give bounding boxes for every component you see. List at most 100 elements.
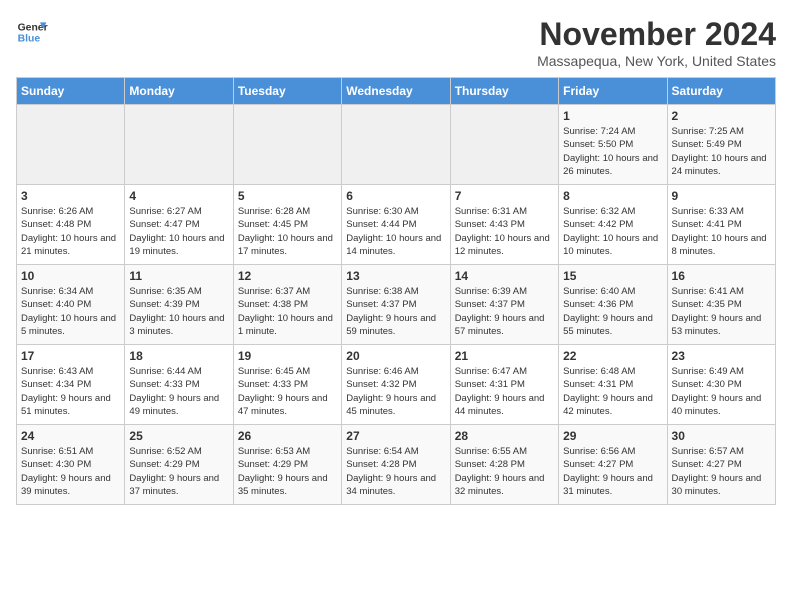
day-details: Sunrise: 7:24 AM Sunset: 5:50 PM Dayligh… — [563, 125, 662, 178]
day-details: Sunrise: 6:43 AM Sunset: 4:34 PM Dayligh… — [21, 365, 120, 418]
day-details: Sunrise: 6:34 AM Sunset: 4:40 PM Dayligh… — [21, 285, 120, 338]
header-day-thursday: Thursday — [450, 78, 558, 105]
calendar-cell: 25 Sunrise: 6:52 AM Sunset: 4:29 PM Dayli… — [125, 425, 233, 505]
day-details: Sunrise: 6:26 AM Sunset: 4:48 PM Dayligh… — [21, 205, 120, 258]
header: General Blue November 2024 Massapequa, N… — [16, 16, 776, 69]
calendar-week-5: 24 Sunrise: 6:51 AM Sunset: 4:30 PM Dayli… — [17, 425, 776, 505]
day-number: 7 — [455, 189, 554, 203]
day-number: 4 — [129, 189, 228, 203]
day-number: 18 — [129, 349, 228, 363]
day-details: Sunrise: 6:52 AM Sunset: 4:29 PM Dayligh… — [129, 445, 228, 498]
day-number: 17 — [21, 349, 120, 363]
day-number: 8 — [563, 189, 662, 203]
day-details: Sunrise: 6:35 AM Sunset: 4:39 PM Dayligh… — [129, 285, 228, 338]
calendar-week-1: 1 Sunrise: 7:24 AM Sunset: 5:50 PM Daylig… — [17, 105, 776, 185]
calendar-cell: 30 Sunrise: 6:57 AM Sunset: 4:27 PM Dayli… — [667, 425, 775, 505]
calendar-cell: 13 Sunrise: 6:38 AM Sunset: 4:37 PM Dayli… — [342, 265, 450, 345]
header-day-tuesday: Tuesday — [233, 78, 341, 105]
logo-icon: General Blue — [16, 16, 48, 48]
day-details: Sunrise: 6:31 AM Sunset: 4:43 PM Dayligh… — [455, 205, 554, 258]
calendar-cell: 16 Sunrise: 6:41 AM Sunset: 4:35 PM Dayli… — [667, 265, 775, 345]
header-day-monday: Monday — [125, 78, 233, 105]
day-number: 20 — [346, 349, 445, 363]
logo: General Blue — [16, 16, 48, 48]
day-number: 3 — [21, 189, 120, 203]
calendar-cell: 15Sunrise: 6:40 AM Sunset: 4:36 PM Dayli… — [559, 265, 667, 345]
month-title: November 2024 — [537, 16, 776, 53]
calendar-week-4: 17 Sunrise: 6:43 AM Sunset: 4:34 PM Dayli… — [17, 345, 776, 425]
day-details: Sunrise: 6:38 AM Sunset: 4:37 PM Dayligh… — [346, 285, 445, 338]
svg-text:Blue: Blue — [18, 34, 41, 45]
calendar-cell: 11 Sunrise: 6:35 AM Sunset: 4:39 PM Dayli… — [125, 265, 233, 345]
calendar-cell: 7 Sunrise: 6:31 AM Sunset: 4:43 PM Daylig… — [450, 185, 558, 265]
day-number: 19 — [238, 349, 337, 363]
day-number: 6 — [346, 189, 445, 203]
calendar-cell — [342, 105, 450, 185]
calendar-cell: 5 Sunrise: 6:28 AM Sunset: 4:45 PM Daylig… — [233, 185, 341, 265]
calendar-cell: 8Sunrise: 6:32 AM Sunset: 4:42 PM Daylig… — [559, 185, 667, 265]
day-details: Sunrise: 6:39 AM Sunset: 4:37 PM Dayligh… — [455, 285, 554, 338]
day-number: 9 — [672, 189, 771, 203]
calendar-cell: 3 Sunrise: 6:26 AM Sunset: 4:48 PM Daylig… — [17, 185, 125, 265]
calendar-cell: 19 Sunrise: 6:45 AM Sunset: 4:33 PM Dayli… — [233, 345, 341, 425]
day-details: Sunrise: 6:57 AM Sunset: 4:27 PM Dayligh… — [672, 445, 771, 498]
day-number: 2 — [672, 109, 771, 123]
day-number: 22 — [563, 349, 662, 363]
day-details: Sunrise: 6:49 AM Sunset: 4:30 PM Dayligh… — [672, 365, 771, 418]
calendar-cell: 29Sunrise: 6:56 AM Sunset: 4:27 PM Dayli… — [559, 425, 667, 505]
day-details: Sunrise: 7:25 AM Sunset: 5:49 PM Dayligh… — [672, 125, 771, 178]
day-number: 25 — [129, 429, 228, 443]
header-day-wednesday: Wednesday — [342, 78, 450, 105]
day-number: 13 — [346, 269, 445, 283]
calendar-cell: 28 Sunrise: 6:55 AM Sunset: 4:28 PM Dayli… — [450, 425, 558, 505]
day-details: Sunrise: 6:48 AM Sunset: 4:31 PM Dayligh… — [563, 365, 662, 418]
day-number: 23 — [672, 349, 771, 363]
day-number: 21 — [455, 349, 554, 363]
calendar-cell: 12Sunrise: 6:37 AM Sunset: 4:38 PM Dayli… — [233, 265, 341, 345]
calendar-cell: 2 Sunrise: 7:25 AM Sunset: 5:49 PM Daylig… — [667, 105, 775, 185]
title-area: November 2024 Massapequa, New York, Unit… — [537, 16, 776, 69]
calendar-week-3: 10 Sunrise: 6:34 AM Sunset: 4:40 PM Dayli… — [17, 265, 776, 345]
calendar-cell: 27Sunrise: 6:54 AM Sunset: 4:28 PM Dayli… — [342, 425, 450, 505]
day-details: Sunrise: 6:55 AM Sunset: 4:28 PM Dayligh… — [455, 445, 554, 498]
calendar-cell: 22 Sunrise: 6:48 AM Sunset: 4:31 PM Dayli… — [559, 345, 667, 425]
calendar-cell: 4 Sunrise: 6:27 AM Sunset: 4:47 PM Daylig… — [125, 185, 233, 265]
day-number: 16 — [672, 269, 771, 283]
day-number: 14 — [455, 269, 554, 283]
location: Massapequa, New York, United States — [537, 53, 776, 69]
calendar-cell: 20 Sunrise: 6:46 AM Sunset: 4:32 PM Dayli… — [342, 345, 450, 425]
day-number: 10 — [21, 269, 120, 283]
calendar-cell — [233, 105, 341, 185]
day-details: Sunrise: 6:46 AM Sunset: 4:32 PM Dayligh… — [346, 365, 445, 418]
day-details: Sunrise: 6:27 AM Sunset: 4:47 PM Dayligh… — [129, 205, 228, 258]
day-details: Sunrise: 6:30 AM Sunset: 4:44 PM Dayligh… — [346, 205, 445, 258]
day-number: 1 — [563, 109, 662, 123]
calendar-cell — [450, 105, 558, 185]
day-number: 30 — [672, 429, 771, 443]
header-row: SundayMondayTuesdayWednesdayThursdayFrid… — [17, 78, 776, 105]
day-number: 15 — [563, 269, 662, 283]
calendar-cell: 21 Sunrise: 6:47 AM Sunset: 4:31 PM Dayli… — [450, 345, 558, 425]
day-number: 24 — [21, 429, 120, 443]
day-number: 29 — [563, 429, 662, 443]
calendar-cell — [125, 105, 233, 185]
day-details: Sunrise: 6:28 AM Sunset: 4:45 PM Dayligh… — [238, 205, 337, 258]
day-number: 27 — [346, 429, 445, 443]
calendar-cell: 10 Sunrise: 6:34 AM Sunset: 4:40 PM Dayli… — [17, 265, 125, 345]
day-details: Sunrise: 6:51 AM Sunset: 4:30 PM Dayligh… — [21, 445, 120, 498]
day-details: Sunrise: 6:33 AM Sunset: 4:41 PM Dayligh… — [672, 205, 771, 258]
header-day-saturday: Saturday — [667, 78, 775, 105]
calendar-week-2: 3 Sunrise: 6:26 AM Sunset: 4:48 PM Daylig… — [17, 185, 776, 265]
day-details: Sunrise: 6:45 AM Sunset: 4:33 PM Dayligh… — [238, 365, 337, 418]
calendar-cell: 1 Sunrise: 7:24 AM Sunset: 5:50 PM Daylig… — [559, 105, 667, 185]
calendar-cell: 17 Sunrise: 6:43 AM Sunset: 4:34 PM Dayli… — [17, 345, 125, 425]
day-details: Sunrise: 6:47 AM Sunset: 4:31 PM Dayligh… — [455, 365, 554, 418]
calendar-cell: 14 Sunrise: 6:39 AM Sunset: 4:37 PM Dayli… — [450, 265, 558, 345]
calendar-cell — [17, 105, 125, 185]
day-number: 11 — [129, 269, 228, 283]
day-details: Sunrise: 6:37 AM Sunset: 4:38 PM Dayligh… — [238, 285, 337, 338]
day-number: 5 — [238, 189, 337, 203]
day-number: 28 — [455, 429, 554, 443]
header-day-sunday: Sunday — [17, 78, 125, 105]
day-details: Sunrise: 6:41 AM Sunset: 4:35 PM Dayligh… — [672, 285, 771, 338]
